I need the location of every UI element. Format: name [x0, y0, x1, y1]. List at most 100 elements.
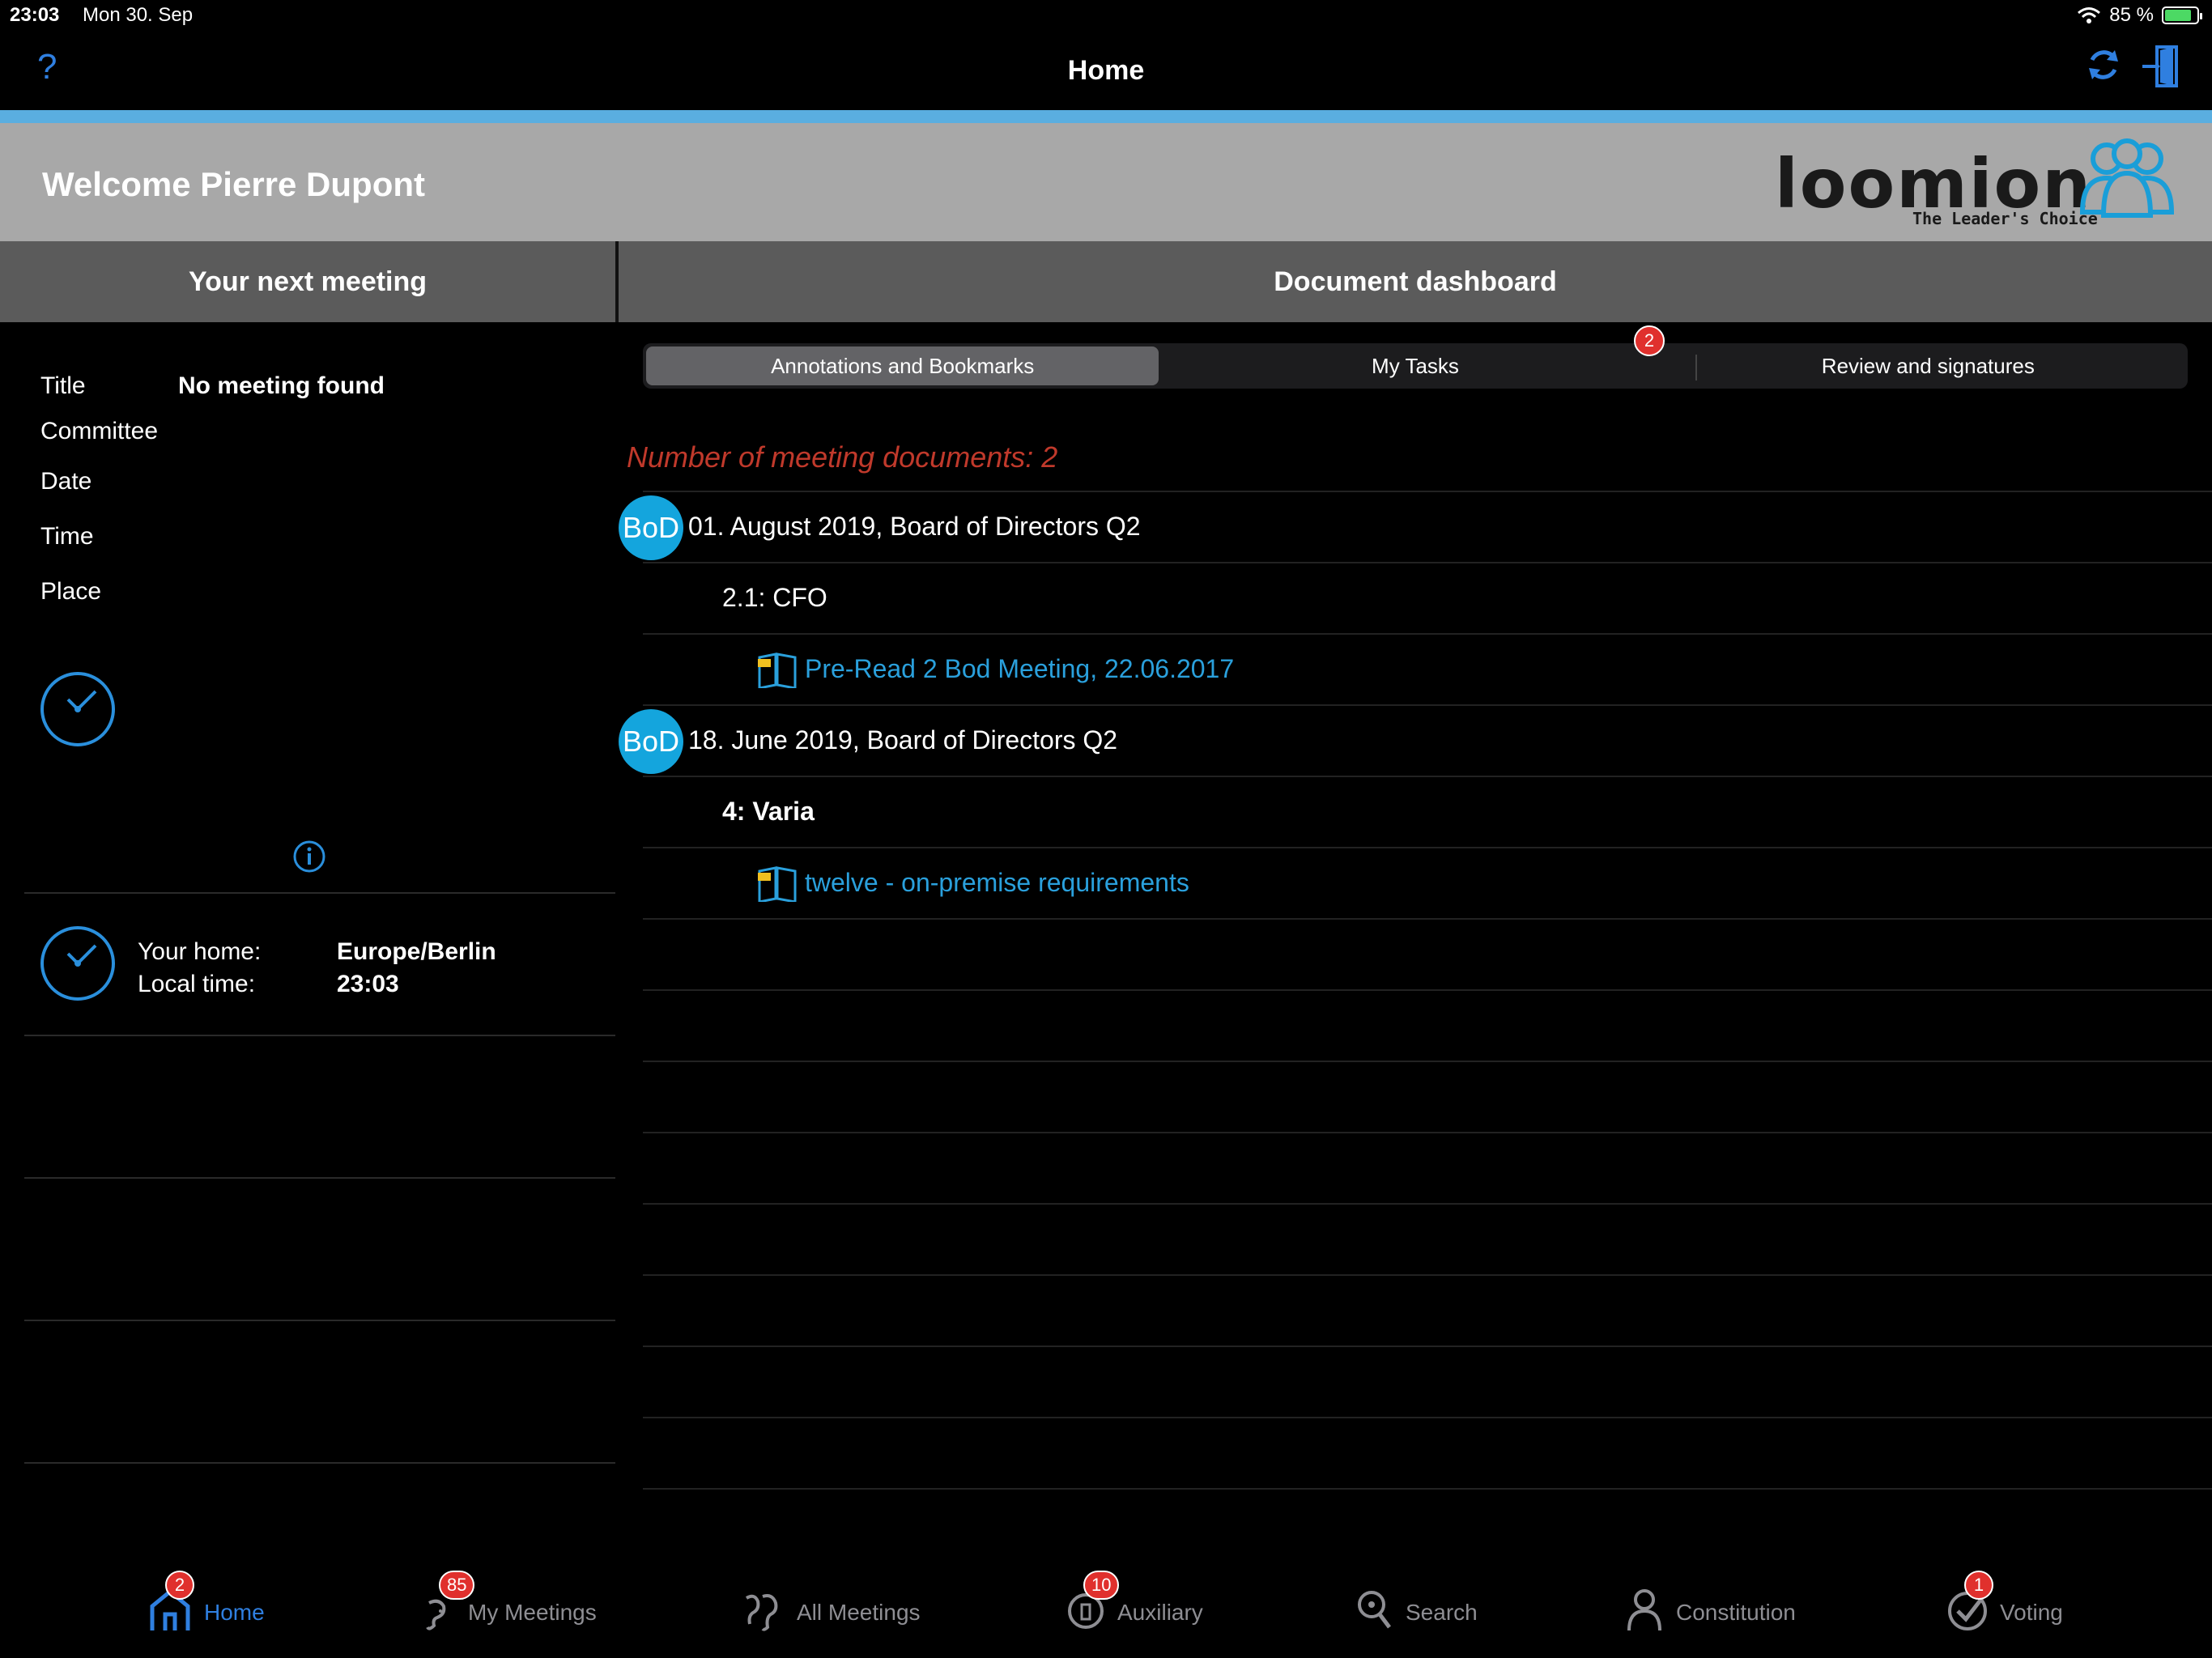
- field-place: Place: [40, 578, 101, 606]
- empty-row: [643, 1488, 2212, 1559]
- empty-row: [643, 1203, 2212, 1274]
- divider: [24, 1320, 615, 1321]
- search-icon: [1354, 1587, 1394, 1638]
- field-label: Place: [40, 578, 102, 605]
- tab-voting[interactable]: 1 Voting: [1946, 1571, 2063, 1638]
- logout-icon[interactable]: [2142, 44, 2180, 89]
- all-meetings-icon: [740, 1587, 785, 1638]
- battery-percent: 85 %: [2109, 4, 2154, 26]
- tab-all-meetings[interactable]: All Meetings: [740, 1587, 921, 1638]
- home-value: Europe/Berlin: [337, 938, 496, 965]
- status-time: 23:03: [10, 4, 60, 26]
- field-value: No meeting found: [178, 372, 385, 399]
- voting-icon: 1: [1946, 1571, 1993, 1638]
- home-label: Your home:: [138, 938, 262, 965]
- info-icon[interactable]: [293, 840, 325, 873]
- tab-label: All Meetings: [797, 1599, 921, 1625]
- people-logo-icon: [2079, 138, 2175, 218]
- empty-row: [643, 918, 2212, 989]
- meeting-title: 18. June 2019, Board of Directors Q2: [688, 725, 1118, 755]
- empty-row: [643, 1061, 2212, 1132]
- tab-annotations-bookmarks[interactable]: Annotations and Bookmarks: [646, 346, 1159, 385]
- app-root: 23:03 Mon 30. Sep 85 % ? Home Welcome Pi…: [0, 0, 2212, 1658]
- clock-icon: [40, 672, 115, 746]
- local-time-value: 23:03: [337, 971, 399, 997]
- refresh-icon[interactable]: [2082, 44, 2125, 86]
- document-dashboard-header: Document dashboard: [619, 241, 2212, 322]
- home-timezone-info: Your home: Europe/Berlin Local time: 23:03: [138, 936, 496, 1001]
- field-label: Title: [40, 372, 86, 399]
- tab-bar: 2 Home 85 My Meetings All Meetings 10 Au…: [0, 1553, 2212, 1658]
- welcome-banner: Welcome Pierre Dupont loomion The Leader…: [0, 123, 2212, 241]
- tab-label: Constitution: [1676, 1599, 1796, 1625]
- constitution-icon: [1624, 1587, 1665, 1638]
- tab-my-meetings[interactable]: 85 My Meetings: [421, 1571, 597, 1638]
- my-tasks-badge: 2: [1634, 325, 1665, 356]
- auxiliary-badge: 10: [1083, 1571, 1120, 1600]
- dashboard-segmented-control: Annotations and Bookmarks My Tasks Revie…: [643, 343, 2188, 389]
- my-meetings-icon: 85: [421, 1571, 475, 1638]
- field-committee: Committee: [40, 418, 158, 445]
- tab-constitution[interactable]: Constitution: [1624, 1587, 1796, 1638]
- meeting-title: 01. August 2019, Board of Directors Q2: [688, 512, 1141, 541]
- segment-separator: [1695, 355, 1697, 380]
- local-time-label: Local time:: [138, 971, 256, 997]
- home-icon: 2: [147, 1571, 194, 1638]
- empty-row: [643, 1274, 2212, 1346]
- book-document-icon: [758, 866, 797, 902]
- auxiliary-icon: 10: [1066, 1571, 1120, 1638]
- divider: [24, 892, 615, 894]
- field-date: Date: [40, 468, 91, 495]
- page-title: Home: [1067, 55, 1145, 86]
- tab-label: Search: [1406, 1599, 1478, 1625]
- divider: [24, 1035, 615, 1036]
- next-meeting-header: Your next meeting: [0, 241, 615, 322]
- tab-auxiliary[interactable]: 10 Auxiliary: [1066, 1571, 1203, 1638]
- welcome-text: Welcome Pierre Dupont: [42, 165, 425, 203]
- field-label: Time: [40, 523, 94, 550]
- field-time: Time: [40, 523, 94, 551]
- tab-home[interactable]: 2 Home: [147, 1571, 265, 1638]
- tab-search[interactable]: Search: [1354, 1587, 1478, 1638]
- accent-bar: [0, 110, 2212, 123]
- document-link[interactable]: twelve - on-premise requirements: [805, 868, 1189, 898]
- empty-row: [643, 1346, 2212, 1417]
- wifi-icon: [2078, 7, 2101, 23]
- empty-row: [643, 989, 2212, 1061]
- committee-badge: BoD: [619, 709, 683, 774]
- tab-label: My Meetings: [468, 1599, 597, 1625]
- status-bar: 23:03 Mon 30. Sep 85 %: [0, 0, 2212, 32]
- document-row[interactable]: twelve - on-premise requirements: [643, 847, 2212, 918]
- divider: [24, 1177, 615, 1179]
- tab-review-signatures[interactable]: Review and signatures: [1672, 346, 2184, 385]
- agenda-item: 2.1: CFO: [722, 583, 827, 612]
- document-row[interactable]: Pre-Read 2 Bod Meeting, 22.06.2017: [643, 633, 2212, 704]
- empty-row: [643, 1417, 2212, 1488]
- meeting-row[interactable]: BoD 01. August 2019, Board of Directors …: [619, 491, 2212, 562]
- status-right: 85 %: [2077, 4, 2202, 27]
- nav-actions: [2082, 44, 2180, 89]
- status-date: Mon 30. Sep: [83, 4, 194, 26]
- field-title: Title No meeting found: [40, 372, 385, 400]
- voting-badge: 1: [1964, 1571, 1993, 1600]
- field-label: Committee: [40, 418, 159, 444]
- agenda-item-row[interactable]: 4: Varia: [643, 776, 2212, 847]
- nav-bar: ? Home: [0, 32, 2212, 110]
- battery-icon: [2162, 6, 2202, 24]
- tab-my-tasks[interactable]: My Tasks: [1159, 346, 1671, 385]
- divider: [24, 1462, 615, 1464]
- committee-badge: BoD: [619, 495, 683, 560]
- tab-label: Auxiliary: [1117, 1599, 1203, 1625]
- my-meetings-badge: 85: [439, 1571, 475, 1600]
- document-count: Number of meeting documents: 2: [627, 440, 1058, 474]
- meeting-row[interactable]: BoD 18. June 2019, Board of Directors Q2: [619, 704, 2212, 776]
- logo-tagline: The Leader's Choice: [1912, 209, 2098, 228]
- home-badge: 2: [165, 1571, 194, 1600]
- agenda-item-row[interactable]: 2.1: CFO: [643, 562, 2212, 633]
- document-dashboard-panel: Annotations and Bookmarks My Tasks Revie…: [619, 322, 2212, 1553]
- empty-row: [643, 1132, 2212, 1203]
- loomion-logo: loomion The Leader's Choice: [1775, 134, 2180, 232]
- book-document-icon: [758, 653, 797, 688]
- next-meeting-panel: Title No meeting found Committee Date Ti…: [0, 322, 615, 1553]
- document-link[interactable]: Pre-Read 2 Bod Meeting, 22.06.2017: [805, 654, 1234, 684]
